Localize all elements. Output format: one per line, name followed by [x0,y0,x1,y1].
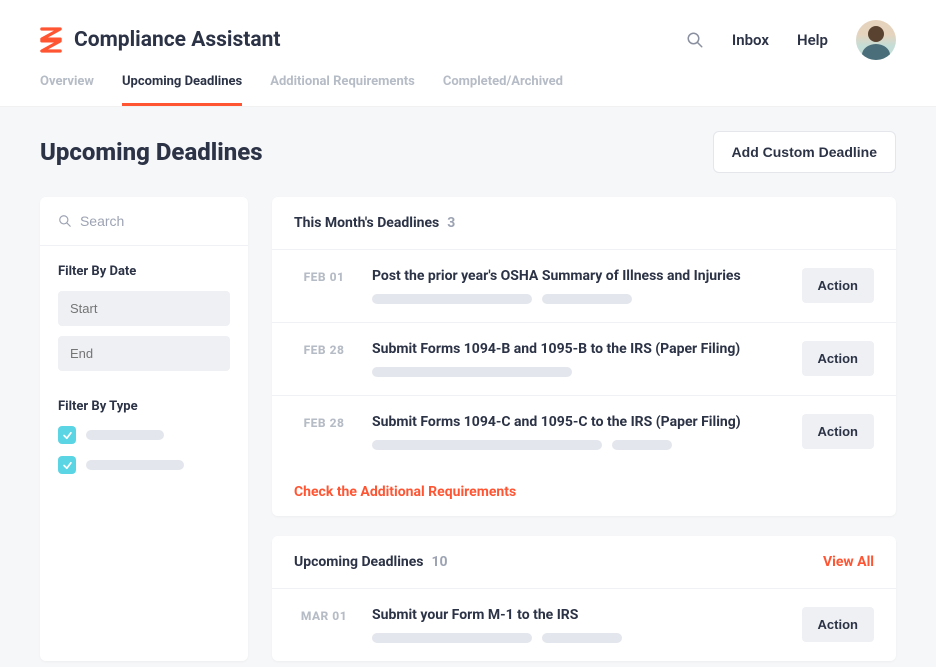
deadline-content: Submit Forms 1094-B and 1095-B to the IR… [372,341,784,377]
card-head: Upcoming Deadlines 10 View All [272,536,896,589]
deadline-date: FEB 28 [294,341,354,357]
placeholder-skeleton [372,633,532,643]
checkbox-checked[interactable] [58,456,76,474]
filter-type-option [58,456,230,474]
view-all-link[interactable]: View All [823,554,874,570]
card-count: 10 [432,554,448,570]
inbox-link[interactable]: Inbox [732,31,769,49]
main-content: This Month's Deadlines 3 FEB 01 Post the… [272,197,896,661]
deadline-meta [372,367,784,377]
deadline-date: FEB 28 [294,414,354,430]
this-month-card: This Month's Deadlines 3 FEB 01 Post the… [272,197,896,516]
filter-by-date-label: Filter By Date [58,264,230,279]
placeholder-skeleton [612,440,672,450]
page-head: Upcoming Deadlines Add Custom Deadline [40,131,896,173]
card-head: This Month's Deadlines 3 [272,197,896,250]
action-button[interactable]: Action [802,607,874,642]
deadline-row: FEB 28 Submit Forms 1094-C and 1095-C to… [272,396,896,468]
page-title: Upcoming Deadlines [40,138,263,166]
placeholder-skeleton [372,440,602,450]
placeholder-skeleton [86,460,184,470]
filter-start-input[interactable] [58,291,230,326]
filter-type-option [58,426,230,444]
deadline-content: Submit your Form M-1 to the IRS [372,607,784,643]
logo-wrap: Compliance Assistant [40,27,280,53]
deadline-content: Submit Forms 1094-C and 1095-C to the IR… [372,414,784,450]
placeholder-skeleton [542,633,622,643]
filter-end-input[interactable] [58,336,230,371]
upcoming-card: Upcoming Deadlines 10 View All MAR 01 Su… [272,536,896,661]
tab-upcoming-deadlines[interactable]: Upcoming Deadlines [122,74,242,106]
action-button[interactable]: Action [802,414,874,449]
checkbox-checked[interactable] [58,426,76,444]
filter-by-type: Filter By Type [40,399,248,504]
nav-tabs: Overview Upcoming Deadlines Additional R… [0,60,936,107]
deadline-date: MAR 01 [294,607,354,623]
deadline-title: Post the prior year's OSHA Summary of Il… [372,268,784,284]
check-icon [62,430,73,441]
page-body: Upcoming Deadlines Add Custom Deadline F… [0,107,936,667]
search-icon[interactable] [686,31,704,49]
card-count: 3 [447,215,455,231]
check-additional-requirements-link[interactable]: Check the Additional Requirements [272,468,896,516]
deadline-title: Submit your Form M-1 to the IRS [372,607,784,623]
deadline-row: MAR 01 Submit your Form M-1 to the IRS A… [272,589,896,661]
top-bar: Compliance Assistant Inbox Help [0,0,936,60]
placeholder-skeleton [86,430,164,440]
filter-sidebar: Filter By Date Filter By Type [40,197,248,661]
placeholder-skeleton [372,294,532,304]
deadline-title: Submit Forms 1094-C and 1095-C to the IR… [372,414,784,430]
deadline-meta [372,294,784,304]
placeholder-skeleton [372,367,572,377]
search-input[interactable] [80,213,230,229]
tab-completed-archived[interactable]: Completed/Archived [443,74,563,106]
top-right-actions: Inbox Help [686,20,896,60]
sidebar-search[interactable] [40,197,248,246]
action-button[interactable]: Action [802,268,874,303]
deadline-meta [372,633,784,643]
placeholder-skeleton [542,294,632,304]
card-title: Upcoming Deadlines [294,554,424,570]
tab-additional-requirements[interactable]: Additional Requirements [270,74,415,106]
deadline-row: FEB 28 Submit Forms 1094-B and 1095-B to… [272,323,896,396]
action-button[interactable]: Action [802,341,874,376]
filter-by-type-label: Filter By Type [58,399,230,414]
app-title: Compliance Assistant [74,28,280,52]
help-link[interactable]: Help [797,31,828,49]
deadline-content: Post the prior year's OSHA Summary of Il… [372,268,784,304]
add-custom-deadline-button[interactable]: Add Custom Deadline [713,131,896,173]
deadline-title: Submit Forms 1094-B and 1095-B to the IR… [372,341,784,357]
zenefits-logo-icon [40,27,62,53]
check-icon [62,460,73,471]
search-icon [58,213,72,229]
tab-overview[interactable]: Overview [40,74,94,106]
card-title: This Month's Deadlines [294,215,439,231]
deadline-meta [372,440,784,450]
content-layout: Filter By Date Filter By Type [40,197,896,661]
deadline-row: FEB 01 Post the prior year's OSHA Summar… [272,250,896,323]
deadline-date: FEB 01 [294,268,354,284]
filter-by-date: Filter By Date [40,246,248,399]
avatar[interactable] [856,20,896,60]
